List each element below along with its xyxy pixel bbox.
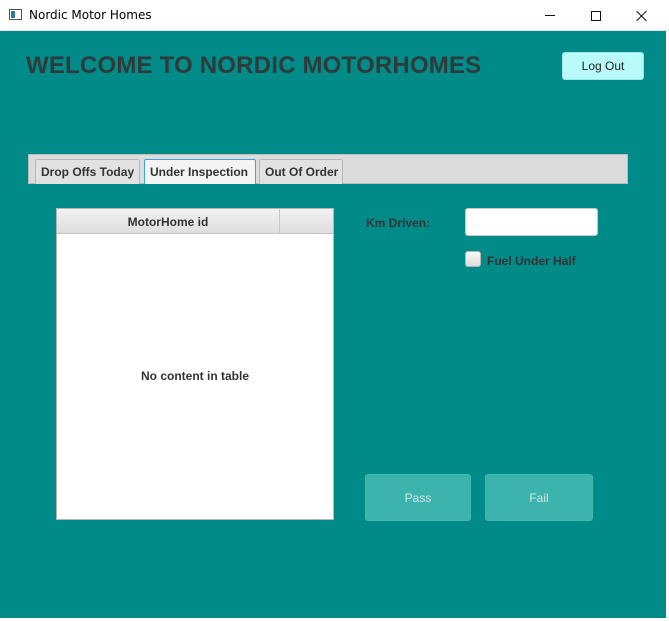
page-title: WELCOME TO NORDIC MOTORHOMES xyxy=(26,52,482,79)
table-empty-message: No content in table xyxy=(141,369,249,383)
tab-out-of-order[interactable]: Out Of Order xyxy=(259,159,343,184)
fuel-under-half-label: Fuel Under Half xyxy=(487,254,576,268)
pass-button[interactable]: Pass xyxy=(365,474,471,521)
close-button[interactable] xyxy=(619,0,665,31)
maximize-icon xyxy=(591,10,601,21)
logout-button[interactable]: Log Out xyxy=(562,52,644,80)
km-driven-input[interactable] xyxy=(465,208,598,236)
motorhome-table[interactable]: MotorHome id No content in table xyxy=(56,208,334,520)
window-titlebar: Nordic Motor Homes xyxy=(0,0,669,31)
app-window-icon xyxy=(9,9,22,20)
maximize-button[interactable] xyxy=(573,0,619,31)
tab-bar: Drop Offs Today Under Inspection Out Of … xyxy=(28,154,628,184)
km-driven-label: Km Driven: xyxy=(366,216,431,230)
table-header: MotorHome id xyxy=(57,209,333,234)
column-header-motorhome-id[interactable]: MotorHome id xyxy=(57,209,280,234)
minimize-icon xyxy=(545,15,555,16)
main-content: WELCOME TO NORDIC MOTORHOMES Log Out Dro… xyxy=(0,31,666,618)
minimize-button[interactable] xyxy=(527,0,573,31)
fail-button[interactable]: Fail xyxy=(485,474,593,521)
tab-drop-offs-today[interactable]: Drop Offs Today xyxy=(35,159,140,184)
fuel-under-half-checkbox[interactable] xyxy=(465,251,481,267)
close-icon xyxy=(636,10,648,22)
window-title: Nordic Motor Homes xyxy=(29,8,152,22)
tab-under-inspection[interactable]: Under Inspection xyxy=(144,159,256,184)
